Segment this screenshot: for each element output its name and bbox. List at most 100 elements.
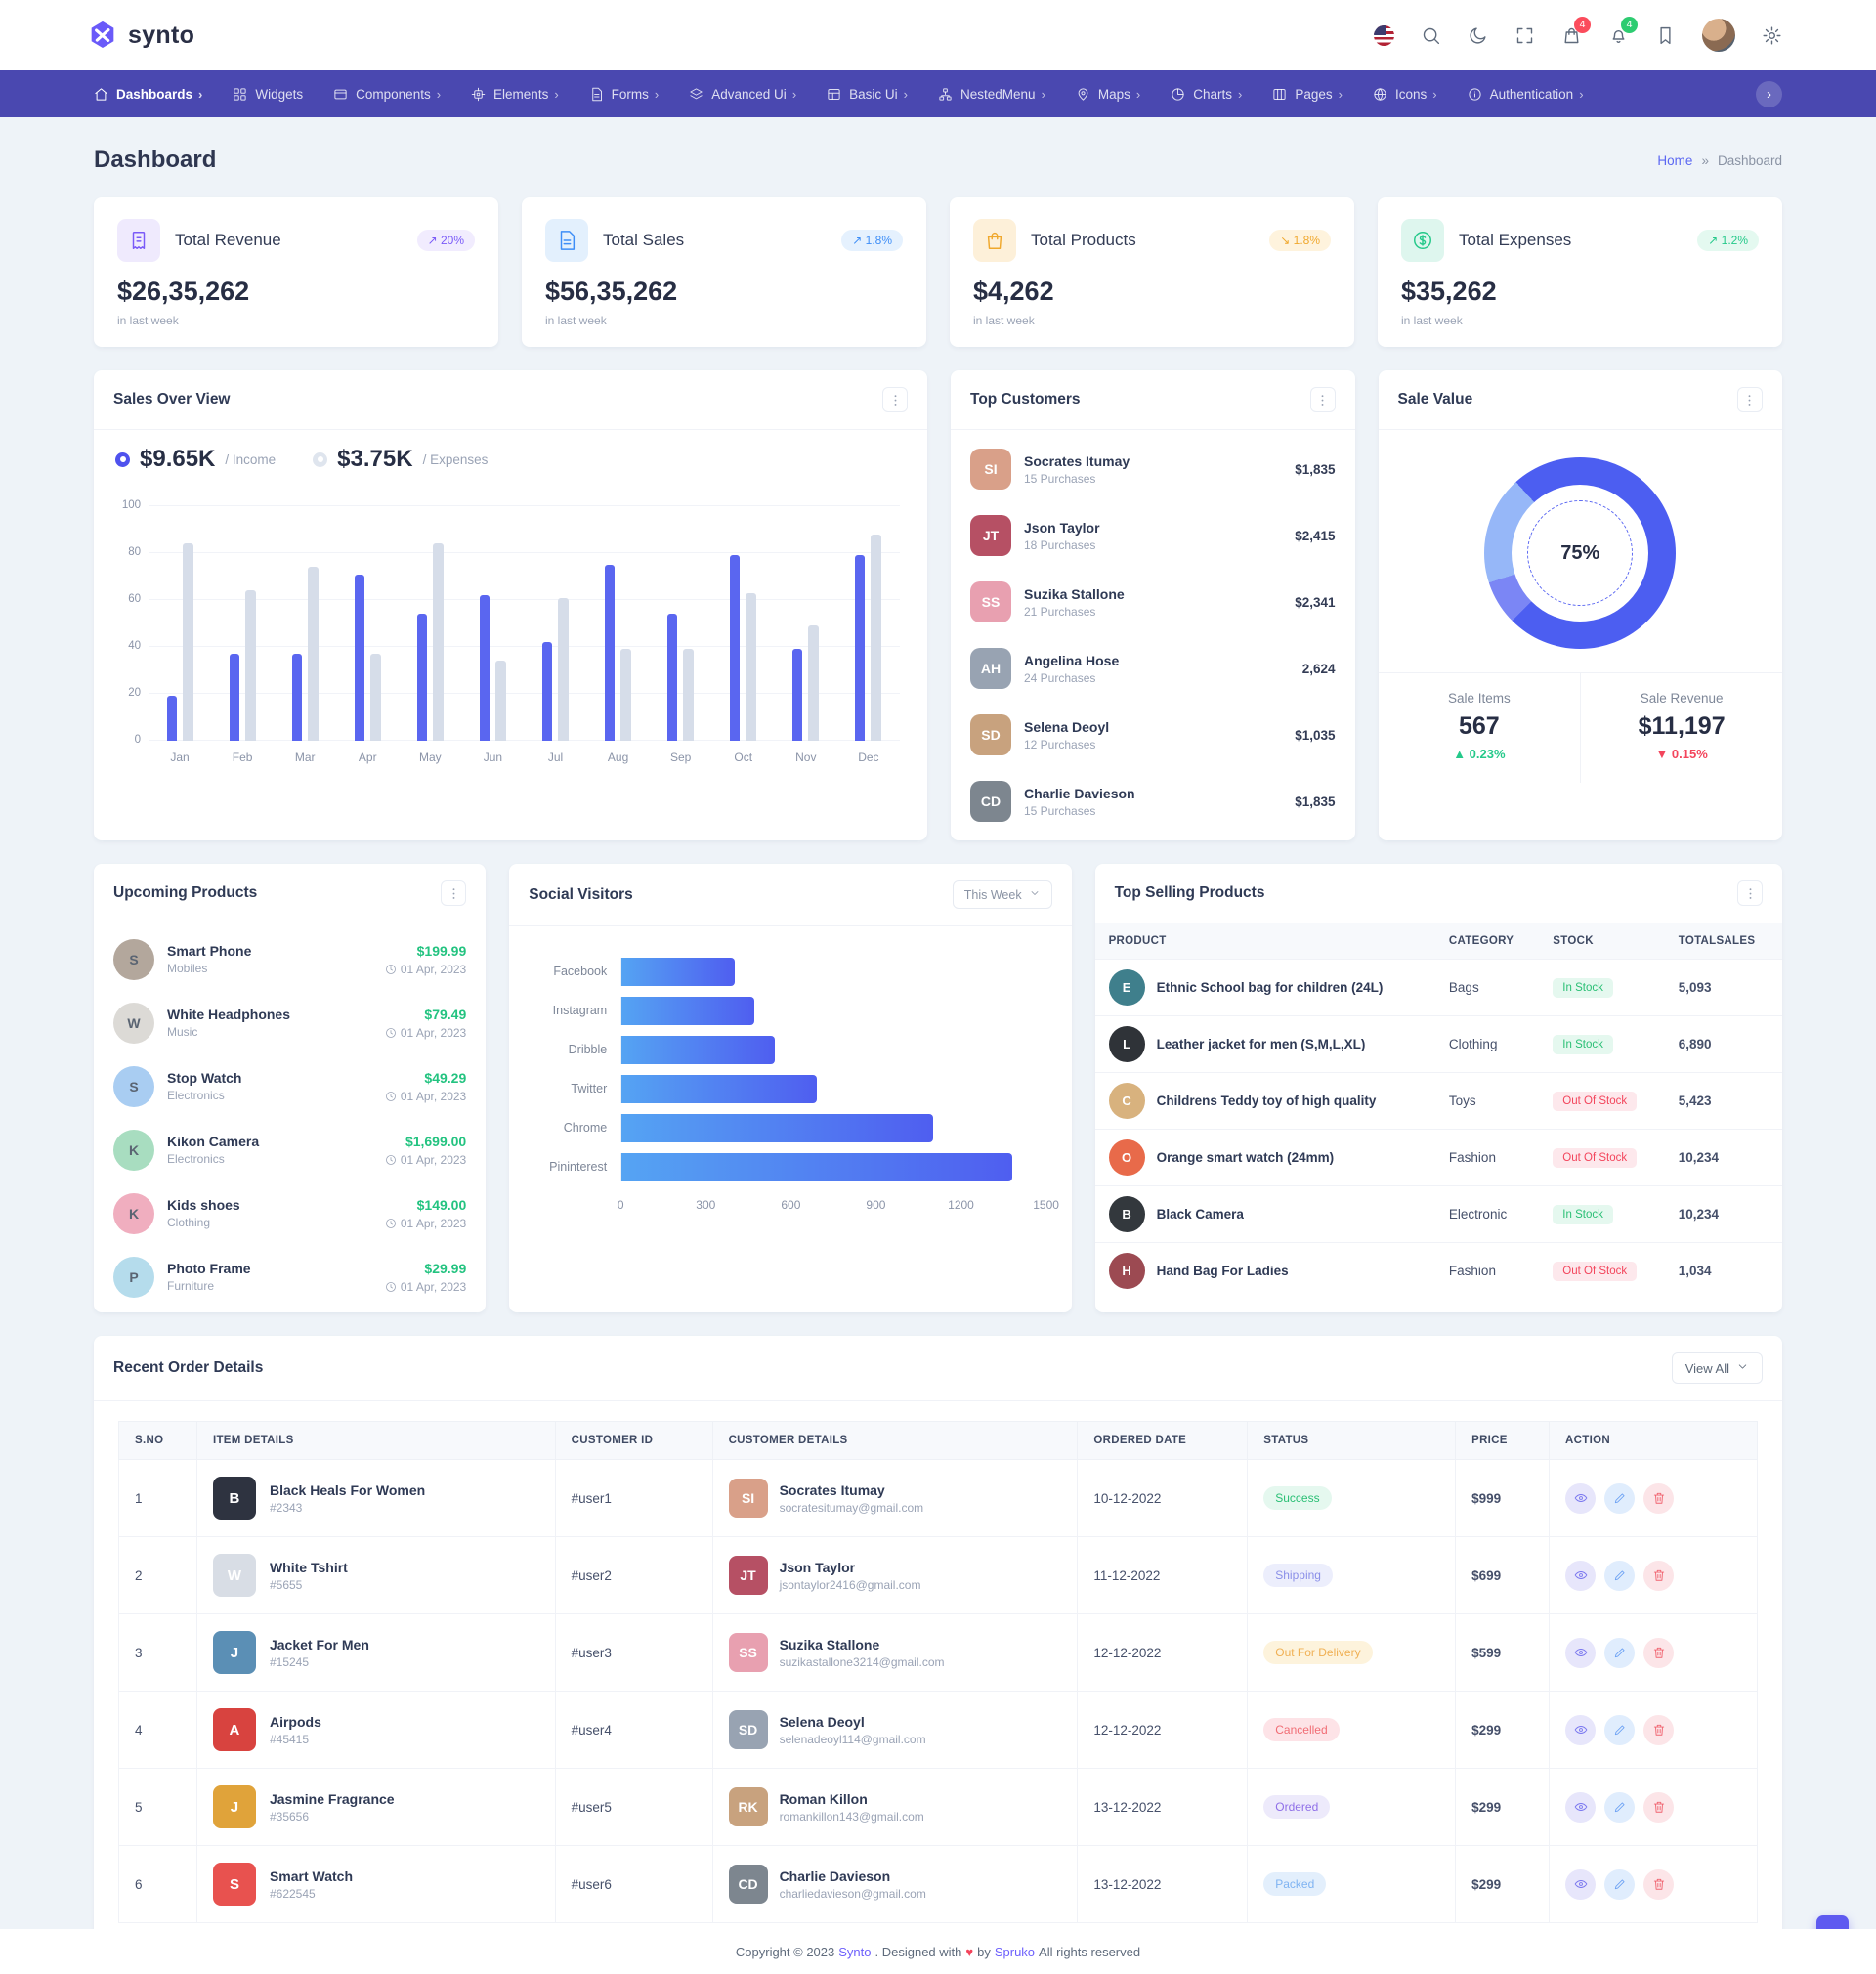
table-row[interactable]: OOrange smart watch (24mm)FashionOut Of … (1095, 1130, 1782, 1186)
view-order-button[interactable] (1565, 1869, 1596, 1900)
expenses-bar[interactable] (746, 593, 756, 741)
customer-row[interactable]: SISocrates Itumay15 Purchases$1,835 (970, 436, 1336, 502)
legend-expenses[interactable]: $3.75K/ Expenses (313, 446, 488, 473)
delete-order-button[interactable] (1643, 1561, 1674, 1591)
table-row[interactable]: EEthnic School bag for children (24L)Bag… (1095, 960, 1782, 1016)
edit-order-button[interactable] (1604, 1638, 1635, 1668)
edit-order-button[interactable] (1604, 1869, 1635, 1900)
nav-item-forms[interactable]: Forms› (589, 87, 660, 102)
expenses-bar[interactable] (620, 649, 631, 741)
customer-row[interactable]: AHAngelina Hose24 Purchases2,624 (970, 635, 1336, 702)
social-visitors-period-select[interactable]: This Week (953, 880, 1052, 909)
delete-order-button[interactable] (1643, 1715, 1674, 1745)
footer-synto-link[interactable]: Synto (838, 1945, 871, 1959)
expenses-bar[interactable] (558, 598, 569, 741)
dark-mode-button[interactable] (1468, 25, 1488, 46)
top-selling-menu-button[interactable] (1737, 880, 1763, 906)
nav-item-icons[interactable]: Icons› (1373, 87, 1437, 102)
view-order-button[interactable] (1565, 1792, 1596, 1823)
nav-item-basic-ui[interactable]: Basic Ui› (827, 87, 908, 102)
edit-order-button[interactable] (1604, 1715, 1635, 1745)
settings-button[interactable] (1762, 25, 1782, 46)
expenses-bar[interactable] (308, 567, 319, 741)
app-logo[interactable]: synto (86, 19, 194, 52)
fullscreen-button[interactable] (1514, 25, 1535, 46)
order-row[interactable]: 6SSmart Watch#622545#user6CDCharlie Davi… (119, 1846, 1758, 1923)
notifications-button[interactable]: 4 (1608, 25, 1629, 46)
upcoming-product-row[interactable]: WWhite HeadphonesMusic$79.4901 Apr, 2023 (113, 991, 466, 1054)
social-bar[interactable] (621, 958, 735, 986)
user-avatar[interactable] (1702, 19, 1735, 52)
upcoming-product-row[interactable]: SSmart PhoneMobiles$199.9901 Apr, 2023 (113, 927, 466, 991)
order-row[interactable]: 1BBlack Heals For Women#2343#user1SISocr… (119, 1460, 1758, 1537)
delete-order-button[interactable] (1643, 1869, 1674, 1900)
cart-button[interactable]: 4 (1561, 25, 1582, 46)
view-order-button[interactable] (1565, 1483, 1596, 1514)
social-bar[interactable] (621, 1153, 1012, 1181)
income-bar[interactable] (292, 654, 302, 741)
income-bar[interactable] (855, 555, 865, 741)
nav-scroll-right-button[interactable]: › (1756, 81, 1782, 107)
social-bar[interactable] (621, 1075, 817, 1103)
nav-item-pages[interactable]: Pages› (1272, 87, 1343, 102)
income-bar[interactable] (355, 575, 364, 741)
expenses-bar[interactable] (433, 543, 444, 741)
nav-item-advanced-ui[interactable]: Advanced Ui› (689, 87, 796, 102)
social-bar[interactable] (621, 1114, 933, 1142)
view-order-button[interactable] (1565, 1715, 1596, 1745)
social-bar[interactable] (621, 1036, 774, 1064)
customer-row[interactable]: SSSuzika Stallone21 Purchases$2,341 (970, 569, 1336, 635)
view-order-button[interactable] (1565, 1638, 1596, 1668)
order-row[interactable]: 2WWhite Tshirt#5655#user2JTJson Taylorjs… (119, 1537, 1758, 1614)
upcoming-product-row[interactable]: KKids shoesClothing$149.0001 Apr, 2023 (113, 1181, 466, 1245)
income-bar[interactable] (730, 555, 740, 741)
expenses-bar[interactable] (495, 661, 506, 741)
table-row[interactable]: CChildrens Teddy toy of high qualityToys… (1095, 1073, 1782, 1130)
expenses-bar[interactable] (871, 535, 881, 741)
view-order-button[interactable] (1565, 1561, 1596, 1591)
income-bar[interactable] (480, 595, 490, 741)
order-row[interactable]: 3JJacket For Men#15245#user3SSSuzika Sta… (119, 1614, 1758, 1692)
expenses-bar[interactable] (245, 590, 256, 741)
delete-order-button[interactable] (1643, 1638, 1674, 1668)
edit-order-button[interactable] (1604, 1792, 1635, 1823)
edit-order-button[interactable] (1604, 1561, 1635, 1591)
footer-spruko-link[interactable]: Spruko (995, 1945, 1035, 1959)
language-flag-button[interactable] (1374, 25, 1394, 46)
income-bar[interactable] (605, 565, 615, 741)
income-bar[interactable] (417, 614, 427, 741)
income-bar[interactable] (167, 696, 177, 741)
upcoming-product-row[interactable]: SStop WatchElectronics$49.2901 Apr, 2023 (113, 1054, 466, 1118)
nav-item-elements[interactable]: Elements› (471, 87, 559, 102)
delete-order-button[interactable] (1643, 1792, 1674, 1823)
upcoming-product-row[interactable]: KKikon CameraElectronics$1,699.0001 Apr,… (113, 1118, 466, 1181)
income-bar[interactable] (667, 614, 677, 741)
nav-item-maps[interactable]: Maps› (1076, 87, 1140, 102)
table-row[interactable]: LLeather jacket for men (S,M,L,XL)Clothi… (1095, 1016, 1782, 1073)
nav-item-authentication[interactable]: Authentication› (1468, 87, 1584, 102)
income-bar[interactable] (542, 642, 552, 741)
order-row[interactable]: 4AAirpods#45415#user4SDSelena Deoylselen… (119, 1692, 1758, 1769)
upcoming-product-row[interactable]: PPhoto FrameFurniture$29.9901 Apr, 2023 (113, 1245, 466, 1309)
income-bar[interactable] (230, 654, 239, 741)
social-bar[interactable] (621, 997, 754, 1025)
expenses-bar[interactable] (683, 649, 694, 741)
nav-item-widgets[interactable]: Widgets (233, 87, 303, 102)
expenses-bar[interactable] (370, 654, 381, 741)
nav-item-nestedmenu[interactable]: NestedMenu› (938, 87, 1045, 102)
bookmark-button[interactable] (1655, 25, 1676, 46)
edit-order-button[interactable] (1604, 1483, 1635, 1514)
legend-income[interactable]: $9.65K/ Income (115, 446, 276, 473)
sales-overview-menu-button[interactable] (882, 387, 908, 412)
customer-row[interactable]: JTJson Taylor18 Purchases$2,415 (970, 502, 1336, 569)
order-row[interactable]: 5JJasmine Fragrance#35656#user5RKRoman K… (119, 1769, 1758, 1846)
view-all-button[interactable]: View All (1672, 1352, 1763, 1384)
search-button[interactable] (1421, 25, 1441, 46)
customer-row[interactable]: CDCharlie Davieson15 Purchases$1,835 (970, 768, 1336, 835)
nav-item-components[interactable]: Components› (333, 87, 441, 102)
top-customers-menu-button[interactable] (1310, 387, 1336, 412)
table-row[interactable]: HHand Bag For LadiesFashionOut Of Stock1… (1095, 1243, 1782, 1300)
nav-item-dashboards[interactable]: Dashboards› (94, 87, 202, 102)
expenses-bar[interactable] (183, 543, 193, 741)
income-bar[interactable] (792, 649, 802, 741)
